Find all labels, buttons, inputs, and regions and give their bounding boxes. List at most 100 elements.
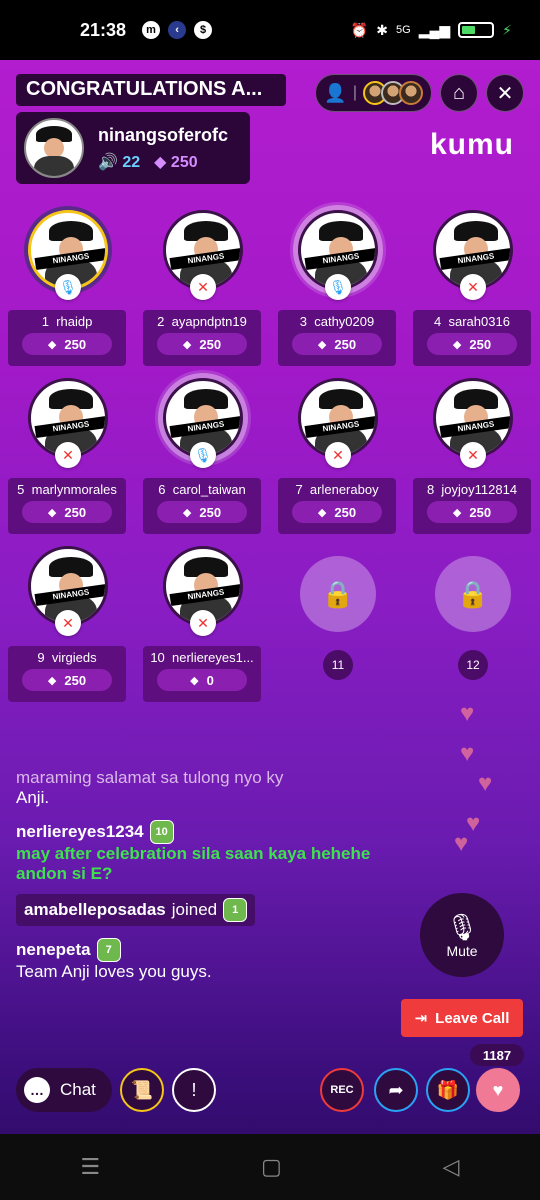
close-icon: ✕ [496,82,514,105]
app-icon: ‹ [168,21,187,39]
mute-label: Mute [446,942,478,959]
guest-slot[interactable]: NINANGS ✕ 2 ayapndptn19 ◆ 250 [143,210,261,366]
mic-muted-icon: ✕ [55,442,81,468]
microphone-icon: 🎙 [445,911,479,942]
guest-name: rhaidp [56,314,93,329]
recent-apps-icon[interactable]: ☰ [80,1154,100,1180]
gift-icon: 🎁 [436,1079,460,1100]
mic-muted-icon: ✕ [190,274,216,300]
guest-name: virgieds [51,650,97,665]
guest-gems: ◆ 250 [292,333,382,355]
share-icon: ➦ [388,1079,404,1100]
guest-slot[interactable]: NINANGS 🎙 1 rhaidp ◆ 250 [8,210,126,366]
chat-message-cont: Anji. [16,788,50,807]
mic-on-icon: 🎙 [325,274,351,300]
lock-icon: 🔒 [300,556,376,632]
gem-icon: ◆ [317,338,327,351]
scroll-icon: 📜 [130,1079,154,1100]
guest-slot[interactable]: NINANGS ✕ 9 virgieds ◆ 250 [8,546,126,702]
dollar-icon: $ [194,21,213,39]
messenger-icon: m [142,21,161,39]
chat-username[interactable]: amabelleposadas [24,900,166,920]
rec-label: REC [330,1084,354,1096]
scroll-button[interactable]: 📜 [120,1068,164,1112]
chat-bubble-icon: … [24,1077,50,1103]
lock-icon: 🔒 [435,556,511,632]
guest-name-card: 8 joyjoy112814 ◆ 250 [413,478,531,534]
audience-pill[interactable]: 👤 | [315,74,432,112]
chat-username[interactable]: nenepeta [16,940,91,960]
mic-on-icon: 🎙 [190,442,216,468]
gem-icon: ◆ [317,506,327,519]
guest-slot[interactable]: NINANGS ✕ 7 arleneraboy ◆ 250 [278,378,396,534]
slot-number: 4 [434,314,442,329]
guest-gems: ◆ 250 [427,501,517,523]
guest-gems: ◆ 250 [427,333,517,355]
back-icon[interactable]: ◁ [443,1154,460,1180]
locked-slot[interactable]: 🔒 11 [278,546,396,686]
gem-icon: ◆ [182,338,192,351]
home-icon: ⌂ [452,81,466,104]
guest-name-card: 7 arleneraboy ◆ 250 [278,478,396,534]
host-avatar [24,118,84,178]
guest-gems: ◆ 250 [157,501,247,523]
bluetooth-icon: ✱ [376,21,389,38]
guest-gems: ◆ 250 [22,333,112,355]
join-text: joined [171,900,218,919]
guest-slot[interactable]: NINANGS ✕ 5 marlynmorales ◆ 250 [8,378,126,534]
guest-gems: ◆ 250 [292,501,382,523]
report-button[interactable]: ! [172,1068,216,1112]
mute-button[interactable]: 🎙 Mute [420,893,504,977]
heart-icon: ♥ [478,770,493,797]
mic-muted-icon: ✕ [460,442,486,468]
gem-icon: ◆ [47,674,57,687]
host-card[interactable]: ninangsoferofc 🔊 22 ◆ 250 [16,112,250,184]
exit-icon: ⇥ [414,1010,428,1027]
top-controls: 👤 | ⌂ ✕ [315,74,524,112]
share-button[interactable]: ➦ [374,1068,418,1112]
like-count: 1187 [470,1044,524,1066]
slot-number: 9 [37,650,45,665]
gift-button[interactable]: 🎁 [426,1068,470,1112]
chat-feed: maraming salamat sa tulong nyo ky Anji. … [16,768,406,982]
record-button[interactable]: REC [320,1068,364,1112]
chat-text: may after celebration sila saan kaya heh… [16,844,371,883]
gem-icon: ◆ [190,674,199,687]
kumu-logo: kumu [429,128,514,161]
gem-icon: ◆ [182,506,192,519]
guest-slot[interactable]: NINANGS ✕ 8 joyjoy112814 ◆ 250 [413,378,531,534]
guest-name-card: 10 nerliereyes1... ◆ 0 [143,646,261,702]
chat-button[interactable]: … Chat [16,1068,112,1112]
guest-name-card: 6 carol_taiwan ◆ 250 [143,478,261,534]
gem-icon: ◆ [452,506,462,519]
guest-name-card: 1 rhaidp ◆ 250 [8,310,126,366]
slot-number: 5 [17,482,25,497]
chat-label: Chat [60,1080,96,1099]
like-button[interactable]: ♥ [476,1068,520,1112]
slot-number: 7 [295,482,303,497]
charging-icon: ⚡ [502,21,512,38]
level-badge: 7 [96,938,121,962]
guest-name-card: 3 cathy0209 ◆ 250 [278,310,396,366]
mic-muted-icon: ✕ [460,274,486,300]
chat-message: maraming salamat sa tulong nyo ky [16,768,284,787]
home-button[interactable]: ⌂ [440,74,478,112]
chat-username[interactable]: nerliereyes1234 [16,822,144,842]
guest-slot[interactable]: NINANGS ✕ 4 sarah0316 ◆ 250 [413,210,531,366]
guest-name: ayapndptn19 [171,314,247,329]
heart-icon: ♥ [460,740,475,767]
guest-slot[interactable]: NINANGS 🎙 3 cathy0209 ◆ 250 [278,210,396,366]
join-notice: amabelleposadas joined 1 [16,894,256,926]
guest-gems: ◆ 250 [22,669,112,691]
close-button[interactable]: ✕ [486,74,524,112]
guest-name-card: 5 marlynmorales ◆ 250 [8,478,126,534]
guest-name: joyjoy112814 [441,482,518,497]
guest-slot[interactable]: NINANGS 🎙 6 carol_taiwan ◆ 250 [143,378,261,534]
leave-call-button[interactable]: ⇥ Leave Call [401,999,523,1037]
home-nav-icon[interactable]: ▢ [261,1154,282,1180]
guest-name: carol_taiwan [172,482,246,497]
guest-slot[interactable]: NINANGS ✕ 10 nerliereyes1... ◆ 0 [143,546,261,702]
mic-muted-icon: ✕ [325,442,351,468]
slot-number: 6 [158,482,166,497]
listeners-count: 🔊 22 [98,153,141,171]
